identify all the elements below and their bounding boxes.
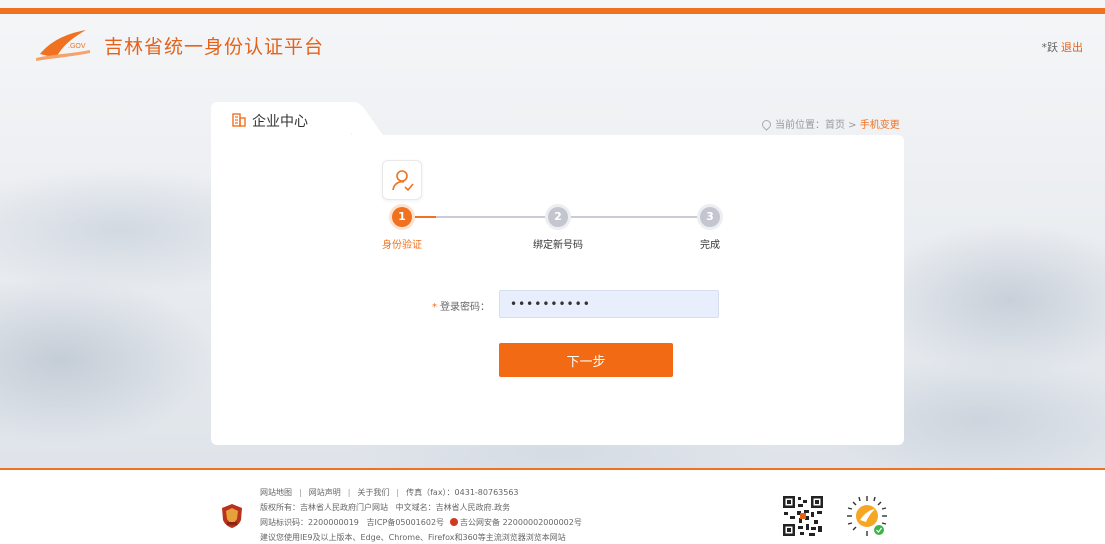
user-check-icon [392,170,414,192]
footer-site-code: 网站标识码：2200000019 [260,518,359,527]
footer-police[interactable]: 吉公网安备 22000002000002号 [460,518,582,527]
breadcrumb-current: 手机变更 [859,120,900,131]
step-2-label: 绑定新号码 [533,240,583,251]
footer-fax: 传真（fax）：0431-80763563 [406,488,519,497]
step-line-1a [412,216,436,218]
step-line-1 [436,216,548,218]
step-2-dot: 2 [548,207,568,227]
footer-line-3: 网站标识码：2200000019 吉ICP备05001602号 吉公网安备 220… [260,515,582,530]
step-avatar [382,160,422,200]
password-label-text: 登录密码： [440,302,490,313]
footer-browser-note: 建议您使用IE9及以上版本、Edge、Chrome、Firefox和360等主流… [260,533,566,542]
footer-text: 网站地图 | 网站声明 | 关于我们 | 传真（fax）：0431-80763563 版权所… [260,485,582,544]
step-1-dot: 1 [392,207,412,227]
jilin-gov-logo[interactable]: .GOV [34,24,94,64]
building-icon [232,113,246,127]
footer-copyright: 版权所有：吉林省人民政府门户网站 [260,503,388,512]
police-badge-icon [450,518,459,526]
step-3-dot: 3 [700,207,720,227]
header: .GOV 吉林省统一身份认证平台 *跃 退出 [0,14,1105,76]
location-pin-icon [760,118,773,131]
password-input[interactable] [499,290,719,318]
step-line-2 [568,216,700,218]
next-step-button[interactable]: 下一步 [499,343,673,377]
qr-code-icon [781,494,825,538]
footer-line-1: 网站地图 | 网站声明 | 关于我们 | 传真（fax）：0431-80763563 [260,488,519,497]
footer-icp[interactable]: 吉ICP备05001602号 [367,518,445,527]
footer-line-2: 版权所有：吉林省人民政府门户网站 中文域名：吉林省人民政府.政务 [260,500,582,515]
required-mark: * [432,302,437,313]
footer-link-about[interactable]: 关于我们 [357,488,389,497]
breadcrumb-separator: > [845,120,860,131]
footer-link-sitemap[interactable]: 网站地图 [260,488,292,497]
footer-domain: 中文域名：吉林省人民政府.政务 [395,503,511,512]
mini-program-code-icon [846,495,888,537]
password-label: * 登录密码： [430,298,490,313]
logout-link[interactable]: 退出 [1061,41,1083,54]
breadcrumb-prefix: 当前位置： [775,120,825,131]
footer-link-statement[interactable]: 网站声明 [309,488,341,497]
svg-text:.GOV: .GOV [68,43,86,50]
breadcrumb-home[interactable]: 首页 [825,120,845,131]
police-emblem-icon [222,504,242,528]
user-name: *跃 [1041,41,1059,54]
footer-line-4: 建议您使用IE9及以上版本、Edge、Chrome、Firefox和360等主流… [260,530,582,544]
site-title: 吉林省统一身份认证平台 [104,36,325,58]
tab-title: 企业中心 [252,114,308,130]
step-3-label: 完成 [700,240,720,251]
step-1-label: 身份验证 [382,240,422,251]
breadcrumb: 当前位置：首页 > 手机变更 [760,116,900,131]
user-area: *跃 退出 [1042,39,1084,55]
